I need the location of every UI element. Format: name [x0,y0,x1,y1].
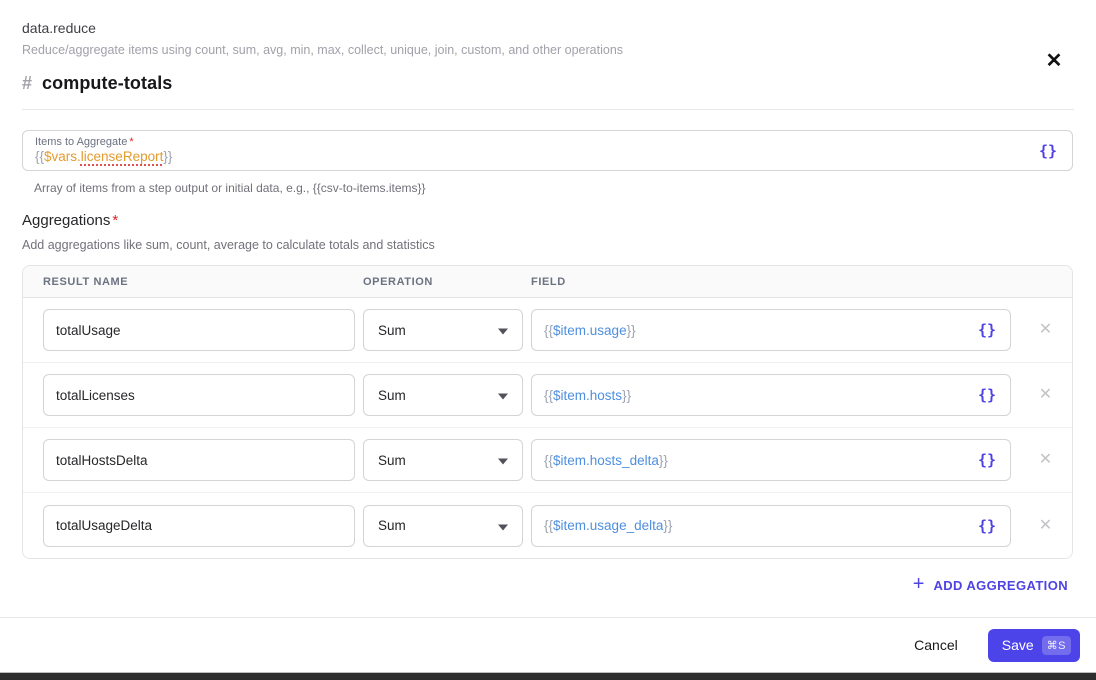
result-name-input[interactable] [43,374,355,416]
remove-row-button[interactable]: ✕ [1035,448,1056,472]
items-field-value[interactable]: {{$vars.licenseReport}} [35,149,1024,164]
operation-value: Sum [378,518,406,533]
result-name-input[interactable] [43,309,355,351]
save-shortcut-badge: ⌘S [1041,635,1071,655]
operation-select[interactable]: Sum [363,374,523,416]
field-expression-input[interactable]: {{ $item.usage_delta }} {} [531,504,1011,547]
close-icon: ✕ [1045,50,1063,72]
aggregations-table-header: RESULT NAME OPERATION FIELD [23,266,1072,298]
chevron-down-icon [498,524,508,530]
cancel-button[interactable]: Cancel [904,631,968,659]
chevron-down-icon [498,393,508,400]
add-aggregation-label: ADD AGGREGATION [933,577,1068,593]
operation-value: Sum [378,322,406,338]
aggregations-description: Add aggregations like sum, count, averag… [22,238,435,252]
required-asterisk: * [129,136,134,148]
remove-icon: ✕ [1038,386,1053,403]
expression-builder-icon[interactable]: {} [978,451,996,469]
column-header-field: FIELD [531,275,566,288]
aggregations-title: Aggregations * [22,212,119,229]
add-aggregation-button[interactable]: + ADD AGGREGATION [912,573,1068,595]
step-config-dialog: data.reduce Reduce/aggregate items using… [0,0,1096,672]
operation-select[interactable]: Sum [363,309,523,351]
dialog-header: data.reduce Reduce/aggregate items using… [0,0,1096,110]
close-button[interactable]: ✕ [1040,47,1068,75]
chevron-down-icon [498,328,508,335]
required-asterisk: * [112,212,119,229]
operation-value: Sum [378,452,406,468]
remove-row-button[interactable]: ✕ [1035,383,1056,407]
operation-select[interactable]: Sum [363,504,523,547]
items-to-aggregate-field[interactable]: Items to Aggregate * {{$vars.licenseRepor… [22,130,1073,171]
expression-builder-icon[interactable]: {} [978,321,996,339]
aggregation-row: Sum {{ $item.usage }} {} ✕ [23,298,1072,363]
chevron-down-icon [498,458,508,465]
dialog-footer: Cancel Save ⌘S [0,617,1096,672]
column-header-result-name: RESULT NAME [43,275,129,288]
result-name-input[interactable] [43,504,355,547]
aggregations-table: RESULT NAME OPERATION FIELD Sum {{ $item… [22,265,1073,559]
aggregation-row: Sum {{ $item.hosts }} {} ✕ [23,363,1072,428]
operation-value: Sum [378,387,406,403]
step-type-label: data.reduce [22,20,96,36]
result-name-input[interactable] [43,439,355,481]
column-header-operation: OPERATION [363,275,433,288]
step-type-description: Reduce/aggregate items using count, sum,… [22,43,624,57]
field-expression-input[interactable]: {{ $item.hosts }} {} [531,374,1011,416]
expression-builder-icon[interactable]: {} [1039,142,1057,160]
save-button[interactable]: Save ⌘S [987,628,1080,662]
operation-select[interactable]: Sum [363,439,523,481]
remove-row-button[interactable]: ✕ [1035,514,1056,538]
step-name: compute-totals [42,73,173,93]
dialog-content: Items to Aggregate * {{$vars.licenseRepor… [0,110,1096,617]
field-expression-input[interactable]: {{ $item.hosts_delta }} {} [531,439,1011,481]
aggregation-row: Sum {{ $item.hosts_delta }} {} ✕ [23,428,1072,493]
remove-icon: ✕ [1038,451,1053,468]
plus-icon: + [912,573,925,595]
remove-icon: ✕ [1038,516,1053,534]
remove-icon: ✕ [1038,321,1053,338]
items-field-helper: Array of items from a step output or ini… [34,181,426,195]
expression-builder-icon[interactable]: {} [978,517,996,535]
save-label: Save [1001,637,1034,653]
field-expression-input[interactable]: {{ $item.usage }} {} [531,309,1011,351]
background-page-strip [0,672,1096,680]
remove-row-button[interactable]: ✕ [1035,318,1056,342]
hash-icon: # [22,73,33,93]
step-name-row: # compute-totals [22,73,1074,94]
expression-builder-icon[interactable]: {} [978,386,996,404]
items-field-label: Items to Aggregate * [35,136,134,148]
header-divider [22,109,1074,110]
aggregation-row: Sum {{ $item.usage_delta }} {} ✕ [23,493,1072,558]
